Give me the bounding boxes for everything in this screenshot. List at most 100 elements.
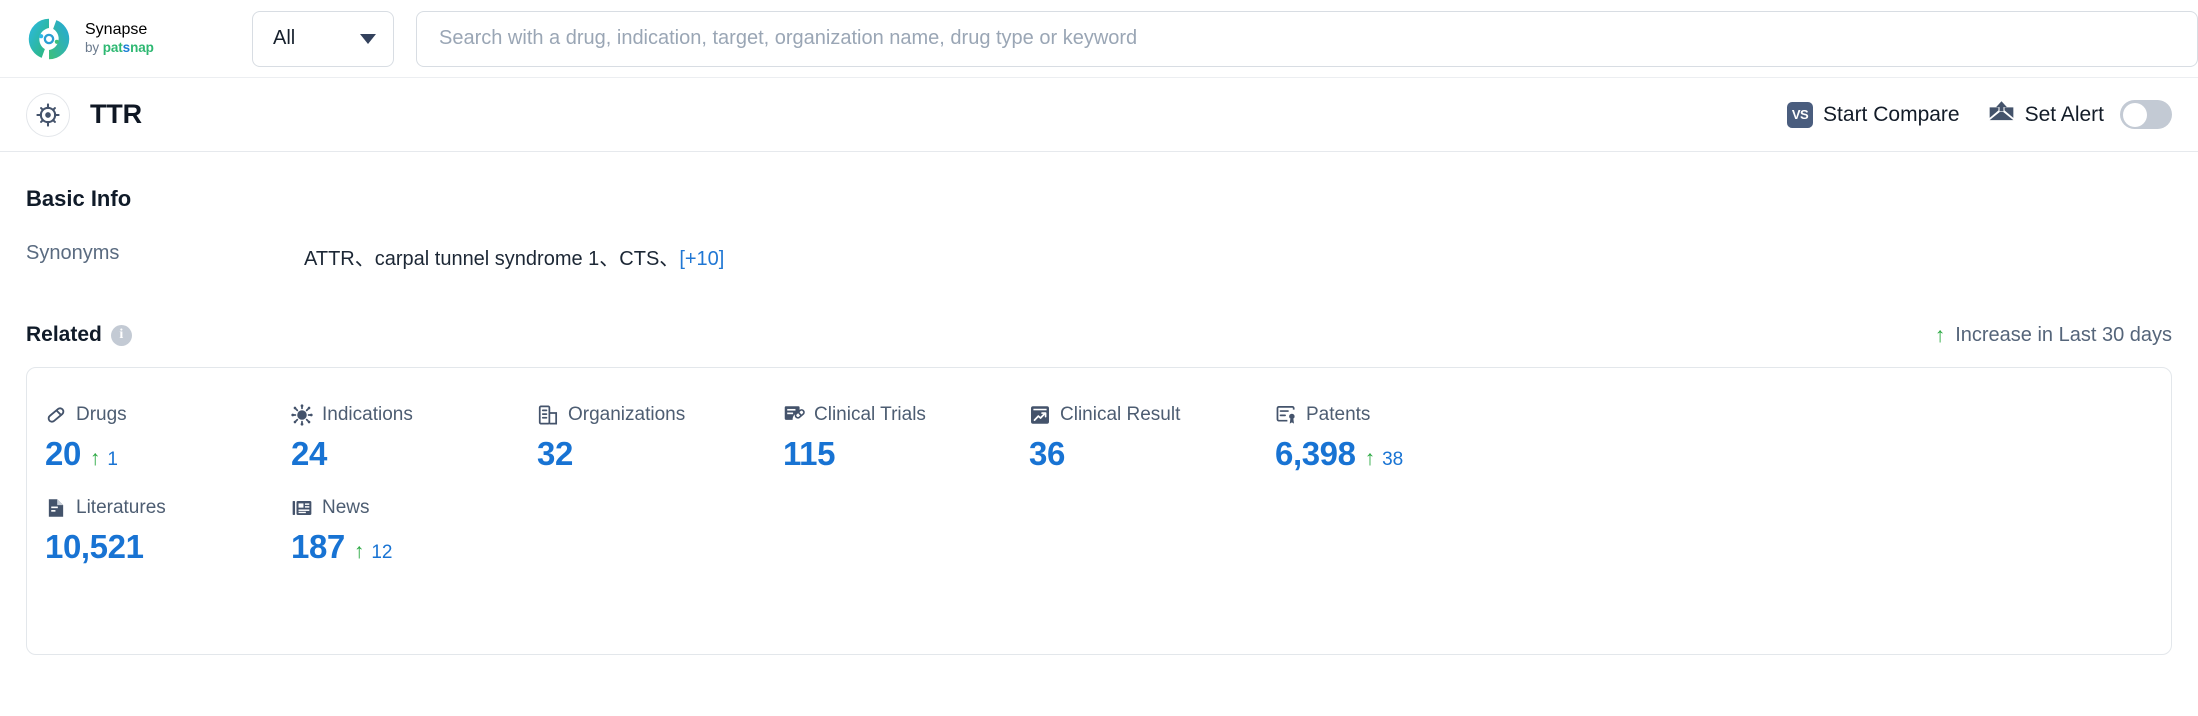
delta-arrow-icon: ↑ bbox=[353, 540, 365, 563]
chart-result-icon bbox=[1031, 406, 1049, 424]
stat-indications[interactable]: Indications 24 bbox=[291, 404, 537, 473]
stat-drugs[interactable]: Drugs 20 ↑ 1 bbox=[45, 404, 291, 473]
related-heading: Related bbox=[26, 323, 102, 346]
stat-header: Clinical Result bbox=[1029, 404, 1275, 426]
stat-header: Organizations bbox=[537, 404, 783, 426]
stat-label: Patents bbox=[1306, 404, 1371, 425]
synapse-logo-icon bbox=[28, 18, 70, 59]
search-field-wrapper bbox=[394, 10, 2198, 67]
stat-value: 6,398 bbox=[1275, 435, 1356, 472]
target-icon bbox=[26, 92, 70, 137]
stat-literatures[interactable]: Literatures 10,521 bbox=[45, 497, 291, 566]
delta-value: 12 bbox=[371, 542, 393, 563]
search-input[interactable] bbox=[416, 10, 2198, 67]
page-content: Basic Info Synonyms ATTR、carpal tunnel s… bbox=[0, 186, 2198, 655]
stat-label: Literatures bbox=[76, 497, 166, 518]
pill-icon bbox=[47, 407, 65, 423]
stat-label: Indications bbox=[322, 404, 413, 425]
chevron-down-icon bbox=[360, 33, 376, 44]
stat-value-row: 187 ↑ 12 bbox=[291, 528, 537, 566]
stat-value: 20 bbox=[45, 435, 81, 472]
global-header: Synapse by patsnap All bbox=[0, 0, 2198, 78]
increase-legend: ↑ Increase in Last 30 days bbox=[1935, 324, 2172, 347]
stat-value: 187 bbox=[291, 528, 345, 565]
stat-value: 32 bbox=[537, 435, 573, 472]
brand-tagline: by patsnap bbox=[85, 41, 154, 55]
synonyms-value: ATTR、carpal tunnel syndrome 1、CTS、[+10] bbox=[304, 242, 724, 271]
stat-label: News bbox=[322, 497, 370, 518]
stat-header: Clinical Trials bbox=[783, 404, 1029, 426]
brand-name: Synapse bbox=[85, 21, 148, 39]
stat-value: 36 bbox=[1029, 435, 1065, 472]
virus-icon bbox=[291, 404, 313, 426]
synonyms-label: Synonyms bbox=[26, 242, 120, 264]
building-icon bbox=[538, 405, 558, 425]
stat-value: 24 bbox=[291, 435, 327, 472]
stat-value-row: 24 bbox=[291, 435, 537, 473]
stat-delta: ↑ 1 bbox=[90, 448, 118, 471]
literature-icon bbox=[48, 499, 64, 517]
stat-value-row: 6,398 ↑ 38 bbox=[1275, 435, 1521, 473]
stat-patents[interactable]: Patents 6,398 ↑ 38 bbox=[1275, 404, 1521, 473]
entity-identity: TTR bbox=[26, 92, 142, 137]
stat-delta: ↑ 12 bbox=[354, 541, 393, 564]
delta-value: 1 bbox=[107, 449, 118, 470]
synonyms-text: ATTR、carpal tunnel syndrome 1、CTS、 bbox=[304, 248, 680, 270]
set-alert-toggle[interactable] bbox=[2120, 100, 2172, 129]
stat-delta: ↑ 38 bbox=[1365, 448, 1404, 471]
page-title: TTR bbox=[90, 99, 142, 129]
alert-envelope-icon bbox=[1988, 100, 2015, 129]
stat-label: Clinical Trials bbox=[814, 404, 926, 425]
stat-label: Drugs bbox=[76, 404, 127, 425]
delta-arrow-icon: ↑ bbox=[1364, 447, 1376, 470]
info-icon[interactable]: i bbox=[110, 324, 132, 346]
trial-doc-icon bbox=[784, 406, 805, 420]
patent-icon bbox=[1276, 405, 1295, 424]
brand-logo-group[interactable]: Synapse by patsnap bbox=[26, 16, 252, 62]
toggle-knob bbox=[2123, 102, 2147, 127]
synonyms-more-link[interactable]: [+10] bbox=[679, 248, 724, 270]
related-header: Related i ↑ Increase in Last 30 days bbox=[26, 323, 2172, 347]
basic-info-heading: Basic Info bbox=[26, 186, 132, 211]
stat-value-row: 20 ↑ 1 bbox=[45, 435, 291, 473]
stat-clinical-trials[interactable]: Clinical Trials 115 bbox=[783, 404, 1029, 473]
stat-value-row: 32 bbox=[537, 435, 783, 473]
stat-clinical-result[interactable]: Clinical Result 36 bbox=[1029, 404, 1275, 473]
entity-header-bar: TTR VS Start Compare Set Alert bbox=[0, 78, 2198, 152]
stat-value: 10,521 bbox=[45, 528, 144, 565]
set-alert-button[interactable]: Set Alert bbox=[1988, 100, 2172, 129]
increase-legend-label: Increase in Last 30 days bbox=[1955, 323, 2172, 346]
brand-pat: pat bbox=[102, 40, 123, 56]
search-scope-dropdown[interactable]: All bbox=[252, 10, 394, 67]
brand-s: s bbox=[122, 40, 131, 56]
stat-header: Literatures bbox=[45, 497, 291, 519]
stat-organizations[interactable]: Organizations 32 bbox=[537, 404, 783, 473]
arrow-up-icon: ↑ bbox=[1934, 323, 1946, 347]
delta-value: 38 bbox=[1382, 449, 1404, 470]
news-icon bbox=[292, 501, 312, 515]
stat-value-row: 36 bbox=[1029, 435, 1275, 473]
stat-value-row: 115 bbox=[783, 435, 1029, 473]
stat-value-row: 10,521 bbox=[45, 528, 291, 566]
delta-arrow-icon: ↑ bbox=[89, 447, 101, 470]
stat-label: Organizations bbox=[568, 404, 686, 425]
stat-header: Indications bbox=[291, 404, 537, 426]
start-compare-button[interactable]: VS Start Compare bbox=[1787, 101, 1960, 128]
brand-nap: nap bbox=[130, 40, 154, 56]
entity-actions: VS Start Compare Set Alert bbox=[1787, 100, 2172, 129]
brand-by: by bbox=[85, 40, 103, 56]
vs-icon: VS bbox=[1787, 101, 1814, 128]
stat-news[interactable]: News 187 ↑ 12 bbox=[291, 497, 537, 566]
search-scope-value: All bbox=[273, 27, 296, 49]
stat-label: Clinical Result bbox=[1060, 404, 1181, 425]
stat-header: News bbox=[291, 497, 537, 519]
set-alert-label: Set Alert bbox=[2024, 102, 2104, 126]
related-stats-grid: Drugs 20 ↑ 1 Indications 24 Organization… bbox=[27, 404, 2171, 566]
brand-text: Synapse by patsnap bbox=[85, 22, 154, 55]
stat-value: 115 bbox=[783, 435, 836, 472]
start-compare-label: Start Compare bbox=[1823, 102, 1960, 126]
stat-header: Drugs bbox=[45, 404, 291, 426]
related-stats-card: Drugs 20 ↑ 1 Indications 24 Organization… bbox=[26, 367, 2172, 655]
stat-header: Patents bbox=[1275, 404, 1521, 426]
synonyms-row: Synonyms ATTR、carpal tunnel syndrome 1、C… bbox=[26, 242, 2172, 271]
